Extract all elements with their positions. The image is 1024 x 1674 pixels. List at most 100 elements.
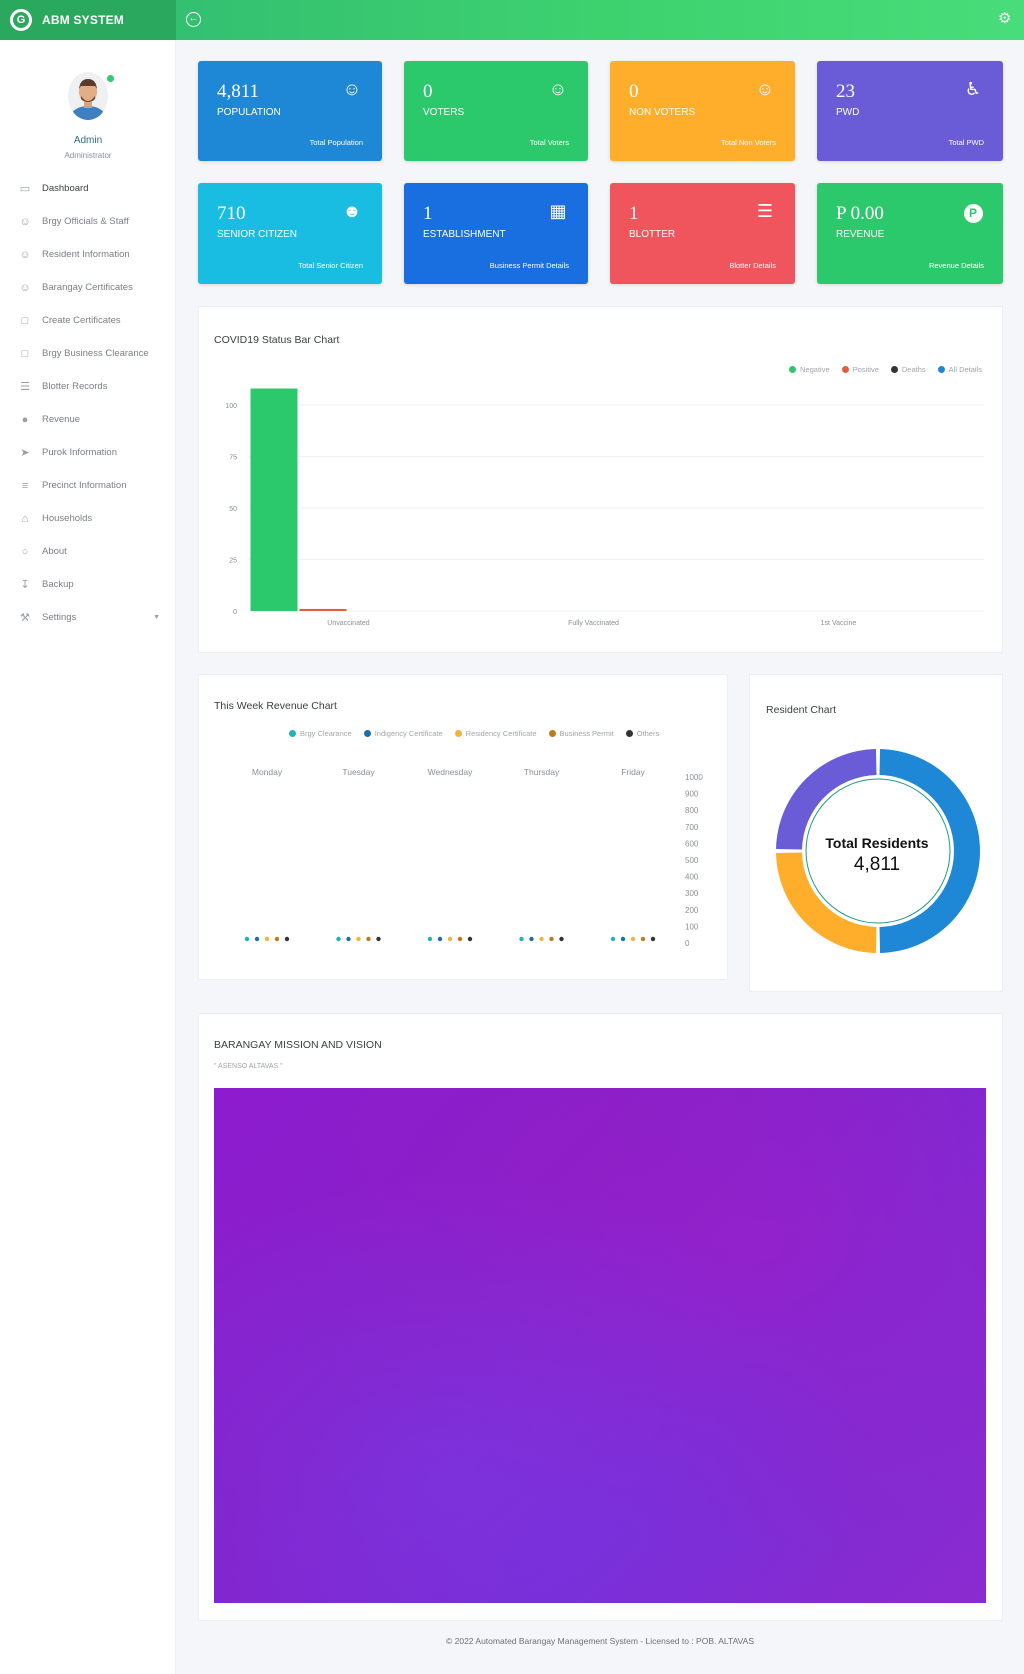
y-tick-label: 700 (685, 823, 699, 832)
sidebar: Admin Administrator ▭ Dashboard ☺ Brgy Off… (0, 40, 176, 1674)
app-logo-icon: G (10, 9, 32, 31)
sidebar-item-residents[interactable]: ☺ Resident Information (0, 238, 176, 271)
sidebar-collapse-icon[interactable]: ← (186, 12, 201, 27)
data-point (376, 936, 381, 942)
app-title: ABM SYSTEM (42, 13, 125, 27)
sidebar-item-label: Create Certificates (42, 315, 121, 326)
gear-icon[interactable]: ⚙ (998, 11, 1014, 27)
sidebar-item-backup[interactable]: ↧ Backup (0, 568, 176, 601)
sidebar-item-label: Brgy Officials & Staff (42, 216, 129, 227)
data-point (610, 936, 616, 942)
sidebar-item-certificates[interactable]: ☺ Barangay Certificates (0, 271, 176, 304)
establishment-link[interactable]: Business Permit Details (490, 261, 569, 270)
data-point (549, 936, 554, 942)
senior-citizen-card[interactable]: 710 SENIOR CITIZEN ☻ Total Senior Citize… (198, 183, 382, 284)
file-icon: □ (21, 314, 29, 327)
mission-subtitle: " ASENSO ALTAVAS " (214, 1063, 283, 1070)
blotter-link[interactable]: Blotter Details (729, 261, 776, 270)
sidebar-item-label: Backup (42, 579, 74, 590)
voters-link[interactable]: Total Voters (530, 138, 569, 147)
revenue-card[interactable]: P 0.00 REVENUE P Revenue Details (817, 183, 1003, 284)
layers-icon: ☰ (20, 381, 30, 393)
footer: © 2022 Automated Barangay Management Sys… (445, 1636, 755, 1646)
sidebar-item-revenue[interactable]: ● Revenue (0, 403, 176, 436)
x-tick-label: 1st Vaccine (821, 620, 857, 627)
pwd-card[interactable]: 23 PWD ♿ Total PWD (817, 61, 1003, 161)
user-icon: ☺ (548, 79, 568, 99)
non-voters-card[interactable]: 0 NON VOTERS ☺ Total Non Voters (610, 61, 795, 161)
sidebar-item-label: Blotter Records (42, 381, 108, 392)
data-point (559, 936, 564, 942)
sidebar-item-create-certificates[interactable]: □ Create Certificates (0, 304, 176, 337)
covid-panel: COVID19 Status Bar Chart Negative Positi… (198, 306, 1003, 653)
sidebar-item-label: About (42, 546, 67, 557)
population-link[interactable]: Total Population (310, 138, 363, 147)
y-tick-label: 300 (685, 889, 699, 898)
chat-icon: ○ (21, 545, 29, 558)
senior-citizen-label: SENIOR CITIZEN (217, 229, 298, 240)
y-tick-label: 0 (685, 939, 690, 948)
pwd-value: 23 (836, 81, 855, 102)
voters-label: VOTERS (423, 107, 465, 118)
sidebar-item-dashboard[interactable]: ▭ Dashboard (0, 172, 176, 205)
senior-citizen-link[interactable]: Total Senior Citizen (298, 261, 363, 270)
sidebar-item-precinct[interactable]: ≡ Precinct Information (0, 469, 176, 502)
top-navbar: G ABM SYSTEM ← ⚙ (0, 0, 1024, 40)
y-tick-label: 100 (225, 403, 237, 410)
data-point (539, 936, 544, 942)
voters-card[interactable]: 0 VOTERS ☺ Total Voters (404, 61, 588, 161)
mission-panel: BARANGAY MISSION AND VISION " ASENSO ALT… (198, 1013, 1003, 1621)
sidebar-item-settings[interactable]: ⚒ Settings ▼ (0, 601, 176, 634)
y-tick-label: 200 (685, 906, 699, 915)
resident-donut-chart (776, 749, 981, 953)
sidebar-item-purok[interactable]: ➤ Purok Information (0, 436, 176, 469)
brand[interactable]: G ABM SYSTEM (0, 0, 176, 40)
y-tick-label: 500 (685, 856, 699, 865)
blotter-value: 1 (629, 203, 639, 224)
pwd-link[interactable]: Total PWD (949, 138, 984, 147)
data-point (650, 936, 656, 942)
revenue-link[interactable]: Revenue Details (929, 261, 984, 270)
sidebar-menu: ▭ Dashboard ☺ Brgy Officials & Staff ☺ Resi… (0, 172, 176, 634)
x-tick-label: Tuesday (342, 767, 375, 777)
data-point (427, 936, 433, 942)
data-point (244, 936, 250, 942)
data-point (437, 936, 443, 942)
sidebar-item-households[interactable]: ⌂ Households (0, 502, 176, 535)
chevron-down-icon: ▼ (153, 614, 160, 621)
establishment-card[interactable]: 1 ESTABLISHMENT ▦ Business Permit Detail… (404, 183, 588, 284)
x-tick-label: Friday (621, 767, 645, 777)
bar (250, 388, 298, 611)
user-icon: ☺ (19, 215, 31, 228)
sidebar-item-about[interactable]: ○ About (0, 535, 176, 568)
population-card[interactable]: 4,811 POPULATION ☺ Total Population (198, 61, 382, 161)
building-icon: ▦ (549, 201, 567, 221)
user-role: Administrator (64, 151, 112, 160)
sidebar-item-officials[interactable]: ☺ Brgy Officials & Staff (0, 205, 176, 238)
sidebar-item-blotter[interactable]: ☰ Blotter Records (0, 370, 176, 403)
sidebar-item-label: Resident Information (42, 249, 130, 260)
data-point (346, 936, 351, 942)
y-tick-label: 800 (685, 806, 699, 815)
list-icon: ≡ (21, 479, 29, 492)
users-icon: ☺ (19, 281, 31, 294)
data-point (336, 936, 341, 942)
total-residents-label: Total Residents (825, 835, 929, 851)
data-point (254, 936, 260, 942)
y-tick-label: 600 (685, 839, 699, 848)
sidebar-item-business-clearance[interactable]: □ Brgy Business Clearance (0, 337, 176, 370)
layers-icon: ☰ (756, 201, 774, 221)
data-point (467, 936, 473, 942)
data-point (284, 936, 290, 942)
blotter-card[interactable]: 1 BLOTTER ☰ Blotter Details (610, 183, 795, 284)
data-point (519, 936, 524, 942)
x-tick-label: Fully Vaccinated (568, 620, 619, 627)
revenue-value: P 0.00 (836, 203, 884, 224)
avatar[interactable] (68, 72, 108, 120)
user-icon: ☺ (342, 79, 362, 99)
user-name[interactable]: Admin (0, 135, 176, 146)
wheelchair-icon: ♿ (964, 79, 982, 99)
home-icon: ⌂ (21, 512, 29, 525)
group-icon: ☻ (342, 201, 362, 221)
non-voters-link[interactable]: Total Non Voters (721, 138, 776, 147)
